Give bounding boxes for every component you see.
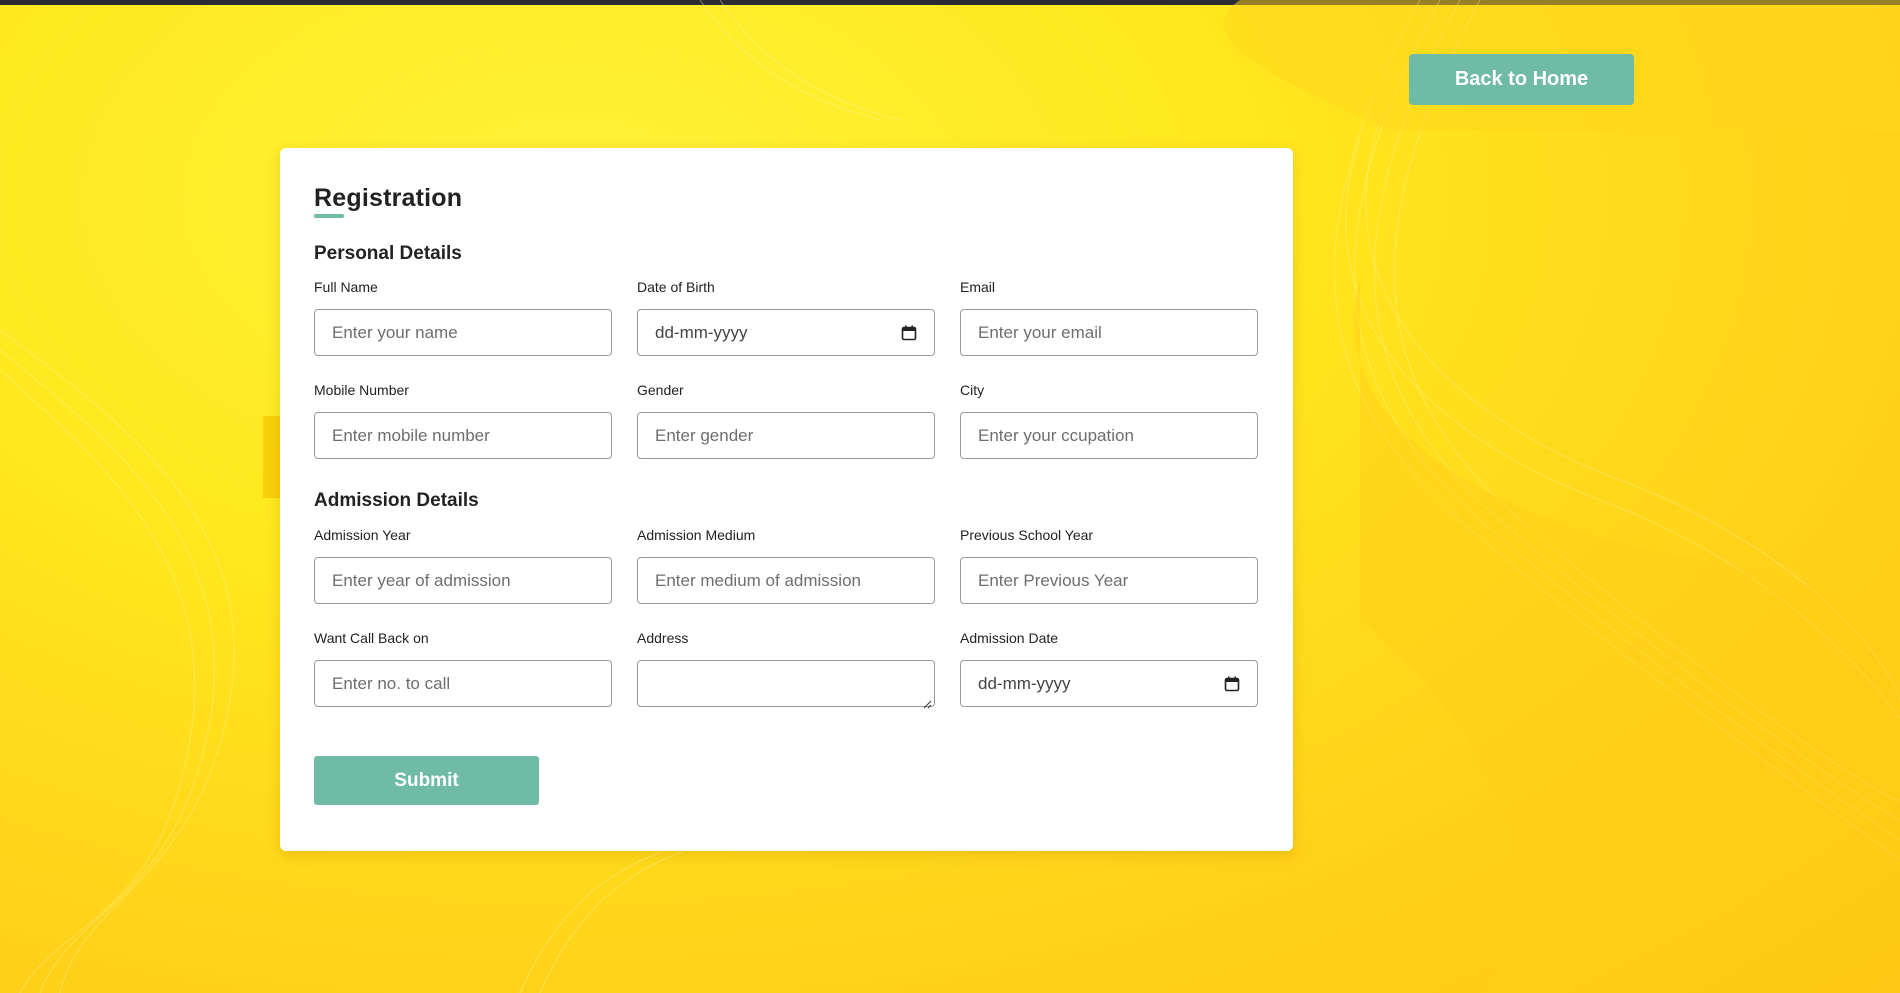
admission-details-heading: Admission Details <box>314 490 479 511</box>
mobile-number-label: Mobile Number <box>314 382 409 398</box>
date-of-birth-input[interactable]: dd-mm-yyyy <box>637 309 935 356</box>
top-bar <box>0 0 1900 5</box>
admission-medium-field: Admission Medium <box>637 525 935 604</box>
call-back-label: Want Call Back on <box>314 630 429 646</box>
admission-year-field: Admission Year <box>314 525 612 604</box>
address-textarea[interactable] <box>637 660 935 707</box>
admission-medium-box <box>637 557 935 604</box>
back-to-home-button[interactable]: Back to Home <box>1409 54 1634 105</box>
submit-button[interactable]: Submit <box>314 756 539 805</box>
previous-school-year-field: Previous School Year <box>960 525 1258 604</box>
date-of-birth-value: dd-mm-yyyy <box>655 322 748 342</box>
full-name-field: Full Name <box>314 277 612 356</box>
call-back-box <box>314 660 612 707</box>
city-input[interactable] <box>978 413 1240 458</box>
admission-year-box <box>314 557 612 604</box>
mobile-number-field: Mobile Number <box>314 380 612 459</box>
full-name-input[interactable] <box>332 310 594 355</box>
calendar-icon[interactable] <box>1224 676 1240 692</box>
city-box <box>960 412 1258 459</box>
gender-input[interactable] <box>655 413 917 458</box>
form-title: Registration <box>314 184 463 212</box>
previous-school-year-input[interactable] <box>978 558 1240 603</box>
date-of-birth-field: Date of Birth dd-mm-yyyy <box>637 277 935 356</box>
gender-label: Gender <box>637 382 684 398</box>
gender-box <box>637 412 935 459</box>
address-field: Address <box>637 628 935 712</box>
address-label: Address <box>637 630 689 646</box>
personal-details-heading: Personal Details <box>314 243 462 264</box>
title-underline <box>314 214 344 218</box>
admission-medium-label: Admission Medium <box>637 527 756 543</box>
admission-year-label: Admission Year <box>314 527 411 543</box>
email-box <box>960 309 1258 356</box>
date-of-birth-label: Date of Birth <box>637 279 715 295</box>
admission-date-input[interactable]: dd-mm-yyyy <box>960 660 1258 707</box>
calendar-icon[interactable] <box>901 325 917 341</box>
previous-school-year-box <box>960 557 1258 604</box>
mobile-number-box <box>314 412 612 459</box>
email-field: Email <box>960 277 1258 356</box>
admission-date-value: dd-mm-yyyy <box>978 673 1071 693</box>
city-label: City <box>960 382 985 398</box>
mobile-number-input[interactable] <box>332 413 594 458</box>
call-back-input[interactable] <box>332 661 594 706</box>
email-input[interactable] <box>978 310 1240 355</box>
full-name-label: Full Name <box>314 279 378 295</box>
call-back-field: Want Call Back on <box>314 628 612 707</box>
full-name-box <box>314 309 612 356</box>
admission-year-input[interactable] <box>332 558 594 603</box>
admission-date-label: Admission Date <box>960 630 1059 646</box>
address-box <box>637 648 935 712</box>
gender-field: Gender <box>637 380 935 459</box>
resize-grip-icon[interactable] <box>922 699 932 709</box>
registration-card: Registration Personal Details Full Name … <box>280 148 1293 851</box>
previous-school-year-label: Previous School Year <box>960 527 1094 543</box>
email-label: Email <box>960 279 996 295</box>
admission-medium-input[interactable] <box>655 558 917 603</box>
admission-date-field: Admission Date dd-mm-yyyy <box>960 628 1258 707</box>
city-field: City <box>960 380 1258 459</box>
